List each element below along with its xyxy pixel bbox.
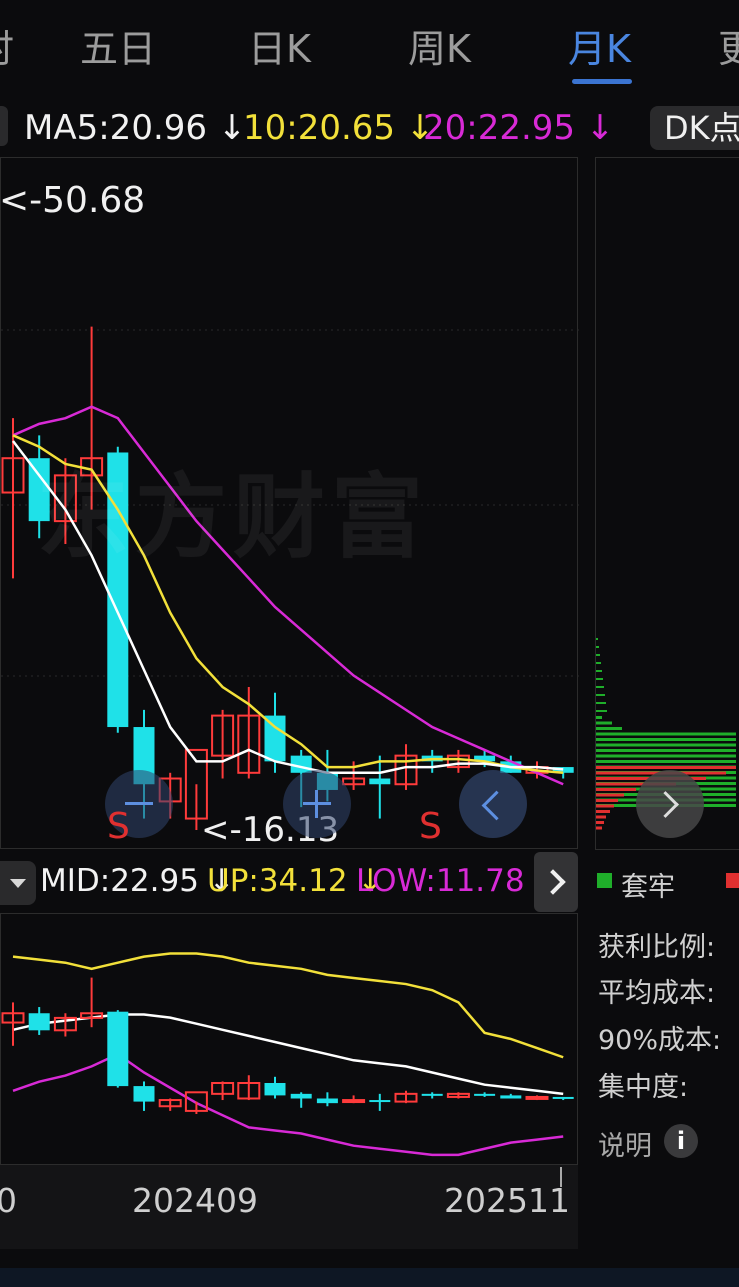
axis-label: 0: [0, 1181, 17, 1220]
trapped-legend-swatch: [597, 873, 612, 888]
chip-bar-trapped: [596, 702, 606, 704]
profit-legend-swatch: [726, 873, 739, 888]
chip-bar-profit: [596, 815, 606, 819]
ma20-value: 20:22.95 ↓: [423, 108, 615, 148]
sell-signal: S: [419, 806, 442, 847]
sell-signal: S: [107, 806, 130, 847]
chip-bar-profit: [596, 804, 614, 808]
chip-bar-trapped: [596, 670, 602, 672]
dropdown-icon: [10, 879, 26, 888]
active-tab-indicator: [572, 79, 632, 84]
boll-candle-body: [474, 1093, 496, 1096]
candle-body: [264, 715, 286, 762]
chip-bar-trapped: [596, 732, 736, 736]
chip-bar-profit: [596, 826, 602, 830]
boll-candle-body: [369, 1100, 391, 1103]
zoom-in-button[interactable]: [283, 770, 351, 838]
chip-bar-profit: [596, 810, 610, 813]
chip-bar-profit: [596, 799, 618, 802]
info-icon[interactable]: i: [664, 1124, 698, 1158]
kline-chart[interactable]: <-50.68 <-16.13 东方财富 S S: [0, 157, 579, 850]
boll-candle-body: [552, 1096, 574, 1099]
chip-distribution-panel[interactable]: [595, 157, 739, 850]
chip-bar-trapped: [596, 678, 603, 680]
boll-candle-body: [133, 1086, 155, 1102]
chip-bar-trapped: [596, 646, 599, 648]
chip-bar-trapped: [596, 694, 605, 696]
chip-bar-trapped: [596, 721, 612, 725]
watermark: 东方财富: [37, 464, 430, 571]
boll-candle-body: [500, 1095, 522, 1099]
average-cost-label: 平均成本:: [598, 978, 716, 1009]
cost-90-label: 90%成本:: [598, 1025, 722, 1056]
ma5-value: MA5:20.96 ↓: [24, 108, 247, 148]
boll-low-value: LOW:11.78 ↑: [356, 863, 561, 899]
chip-bar-trapped: [596, 716, 602, 719]
time-axis: 0 202409 202511: [0, 1165, 578, 1249]
chip-bar-trapped: [596, 743, 736, 747]
profit-ratio-label: 获利比例:: [598, 932, 716, 963]
chevron-right-icon: [540, 869, 566, 895]
boll-lower-line: [12, 1052, 564, 1157]
chip-bar-profit: [596, 821, 604, 824]
tab-monthly-k[interactable]: 月K: [568, 18, 631, 73]
boll-upper-line: [12, 952, 564, 1059]
boll-mid-value: MID:22.95 ↓: [40, 863, 235, 899]
boll-candle-body: [525, 1095, 549, 1100]
boll-chart[interactable]: [0, 913, 578, 1165]
scroll-left-button[interactable]: [459, 770, 527, 838]
period-high-label: <-50.68: [0, 180, 146, 221]
chip-bar-profit: [596, 788, 636, 791]
chip-bar-trapped: [596, 727, 622, 730]
axis-label: 202409: [132, 1181, 258, 1220]
chip-bar-trapped: [596, 654, 600, 656]
boll-chart-canvas: [1, 952, 574, 1157]
chip-next-button[interactable]: [636, 770, 704, 838]
boll-candle-body: [107, 1011, 129, 1087]
period-tabs: 时 五日 日K 周K 月K 更: [0, 0, 739, 96]
boll-candle-body: [316, 1098, 338, 1104]
chevron-left-icon: [481, 790, 512, 821]
chip-distribution-canvas: [596, 638, 736, 830]
chip-bar-trapped: [596, 738, 736, 741]
boll-settings-button[interactable]: [0, 861, 36, 905]
chip-bar-trapped: [596, 662, 601, 664]
boll-candle-body: [342, 1099, 366, 1104]
explain-label[interactable]: 说明: [598, 1124, 652, 1163]
tab-weekly-k[interactable]: 周K: [408, 18, 471, 73]
trapped-legend-label: 套牢: [621, 872, 675, 903]
boll-candle-body: [421, 1093, 443, 1096]
tab-daily-k[interactable]: 日K: [248, 18, 311, 73]
chip-bar-trapped: [596, 710, 607, 712]
tab-time-share[interactable]: 时: [0, 18, 14, 73]
chevron-right-icon: [652, 791, 679, 818]
expand-indicator-button[interactable]: [534, 852, 578, 912]
axis-label: 202511: [444, 1181, 570, 1220]
tab-five-day[interactable]: 五日: [80, 18, 156, 73]
tab-more[interactable]: 更: [718, 18, 739, 73]
chip-bar-profit: [596, 766, 736, 769]
boll-candle-body: [264, 1083, 286, 1096]
chip-bar-trapped: [596, 638, 598, 640]
bottom-bar: [0, 1268, 739, 1287]
boll-candle-body: [290, 1093, 312, 1099]
ma-indicator-row: MA5:20.96 ↓ 10:20.65 ↓ 20:22.95 ↓ DK点: [0, 104, 739, 152]
boll-candle-body: [28, 1013, 50, 1031]
candle-body: [369, 778, 391, 785]
ma10-value: 10:20.65 ↓: [243, 108, 435, 148]
minus-icon: [125, 802, 153, 805]
chip-bar-trapped: [596, 754, 736, 758]
dk-point-button[interactable]: DK点: [650, 106, 739, 150]
concentration-label: 集中度:: [598, 1072, 689, 1103]
chip-bar-trapped: [596, 749, 736, 752]
boll-indicator-row: MID:22.95 ↓ UP:34.12 ↓ LOW:11.78 ↑: [0, 852, 578, 912]
chip-bar-profit: [596, 793, 624, 797]
chip-bar-trapped: [596, 760, 736, 763]
chip-bar-trapped: [596, 686, 604, 688]
indicator-settings-button[interactable]: [0, 106, 8, 146]
